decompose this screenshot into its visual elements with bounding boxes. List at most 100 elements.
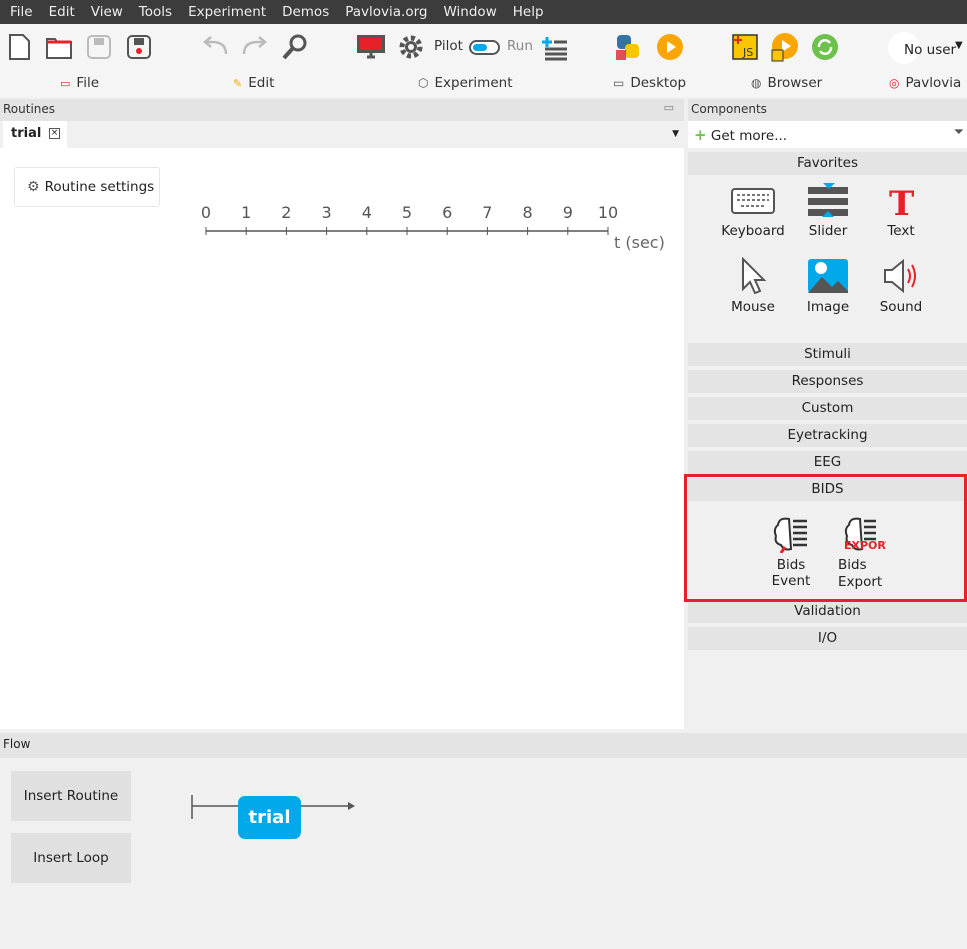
category-eyetracking[interactable]: Eyetracking: [688, 424, 967, 447]
undo-icon[interactable]: [200, 32, 230, 62]
sync-icon[interactable]: [810, 32, 840, 62]
flow-routine-trial[interactable]: trial: [238, 796, 301, 839]
desktop-icon: ▭: [613, 76, 625, 90]
speaker-icon: [884, 258, 916, 294]
timeline-tick-label: 8: [523, 203, 533, 222]
menu-edit[interactable]: Edit: [41, 4, 83, 20]
settings-gear-icon[interactable]: [396, 32, 426, 62]
mouse-cursor-icon: [742, 256, 767, 295]
timeline: 0 1 2 3 4 5 6 7 8 9 10: [201, 203, 618, 235]
file-icon: ▭: [60, 76, 71, 90]
menu-window[interactable]: Window: [436, 4, 505, 20]
switch-pavlovia[interactable]: ◎ Pavlovia: [889, 75, 961, 91]
pilot-run-toggle[interactable]: [469, 40, 500, 55]
category-favorites[interactable]: Favorites: [688, 152, 967, 175]
timeline-tick-label: 4: [362, 203, 372, 222]
components-panel: Components + Get more... ⏷ Favorites Key…: [688, 99, 967, 729]
category-validation[interactable]: Validation: [688, 600, 967, 623]
runner-list-icon[interactable]: [540, 32, 570, 62]
timeline-unit-label: t (sec): [614, 233, 665, 252]
python-icon[interactable]: [613, 32, 643, 62]
switch-browser[interactable]: ◍ Browser: [751, 75, 822, 91]
cube-icon: ⬡: [418, 76, 429, 90]
get-more-row: + Get more... ⏷: [688, 121, 967, 148]
save-icon[interactable]: [84, 32, 114, 62]
switch-file[interactable]: ▭ File: [60, 75, 99, 91]
menu-demos[interactable]: Demos: [274, 4, 337, 20]
redo-icon[interactable]: [240, 32, 270, 62]
timeline-tick-label: 6: [442, 203, 452, 222]
insert-routine-button[interactable]: Insert Routine: [11, 771, 131, 821]
timeline-tick-label: 0: [201, 203, 211, 222]
insert-loop-button[interactable]: Insert Loop: [11, 833, 131, 883]
components-header: Components: [688, 99, 967, 121]
view-switcher: ▭ File ✎ Edit ⬡ Experiment ▭ Desktop ◍ Browse…: [0, 70, 967, 97]
get-more-button[interactable]: + Get more...: [694, 126, 787, 144]
open-folder-icon[interactable]: [44, 32, 74, 62]
timeline-tick-label: 9: [563, 203, 573, 222]
compile-js-icon[interactable]: JS: [730, 32, 760, 62]
menu-help[interactable]: Help: [505, 4, 552, 20]
keyboard-icon: [731, 188, 775, 214]
run-python-icon[interactable]: [655, 32, 685, 62]
routines-header: Routines ▭: [0, 99, 684, 121]
component-text[interactable]: T Text: [866, 183, 936, 239]
save-as-icon[interactable]: [124, 32, 154, 62]
plus-icon: +: [694, 126, 707, 144]
globe-icon: ◍: [751, 76, 762, 90]
image-icon: [808, 259, 848, 293]
routines-panel: Routines ▭ trial × ▼ ⚙ Routine settings …: [0, 99, 684, 729]
menu-pavlovia[interactable]: Pavlovia.org: [337, 4, 435, 20]
bids-highlight-box: [684, 474, 967, 602]
pavlovia-icon: ◎: [889, 76, 900, 90]
flow-panel: Flow Insert Routine Insert Loop trial: [0, 733, 967, 949]
category-io[interactable]: I/O: [688, 627, 967, 650]
timeline-tick-label: 1: [241, 203, 251, 222]
flow-header: Flow: [0, 733, 967, 758]
timeline-tick-label: 7: [482, 203, 492, 222]
favorites-grid: Keyboard Slider T Text Mouse Image Sound: [688, 179, 967, 343]
menu-file[interactable]: File: [2, 4, 41, 20]
tab-trial[interactable]: trial ×: [3, 121, 67, 148]
filter-icon[interactable]: ⏷: [954, 125, 964, 140]
run-label: Run: [507, 38, 533, 54]
switch-desktop[interactable]: ▭ Desktop: [613, 75, 686, 91]
svg-text:T: T: [889, 184, 914, 219]
text-icon: T: [889, 184, 914, 224]
gear-icon: ⚙: [27, 179, 40, 195]
pencil-icon: ✎: [233, 76, 243, 90]
category-responses[interactable]: Responses: [688, 370, 967, 393]
routine-tabs: trial × ▼: [0, 121, 684, 148]
component-image[interactable]: Image: [793, 257, 863, 315]
category-stimuli[interactable]: Stimuli: [688, 343, 967, 366]
search-icon[interactable]: [280, 32, 310, 62]
timeline-tick-label: 3: [322, 203, 332, 222]
category-eeg[interactable]: EEG: [688, 451, 967, 474]
pilot-label: Pilot: [434, 38, 463, 54]
maximize-icon[interactable]: ▭: [664, 101, 674, 114]
new-file-icon[interactable]: [4, 32, 34, 62]
category-custom[interactable]: Custom: [688, 397, 967, 420]
toolbar: Pilot Run JS No user ▼: [0, 24, 967, 70]
component-sound[interactable]: Sound: [866, 257, 936, 315]
component-keyboard[interactable]: Keyboard: [718, 183, 788, 239]
menu-experiment[interactable]: Experiment: [180, 4, 274, 20]
user-menu[interactable]: No user ▼: [888, 32, 967, 64]
tab-dropdown-icon[interactable]: ▼: [672, 129, 679, 139]
close-tab-icon[interactable]: ×: [49, 128, 60, 139]
chevron-down-icon: ▼: [955, 40, 963, 51]
menu-bar: File Edit View Tools Experiment Demos Pa…: [0, 0, 967, 24]
component-mouse[interactable]: Mouse: [718, 256, 788, 315]
timeline-tick-label: 2: [281, 203, 291, 222]
switch-experiment[interactable]: ⬡ Experiment: [418, 75, 513, 91]
component-slider[interactable]: Slider: [793, 183, 863, 239]
svg-text:JS: JS: [742, 46, 753, 59]
run-js-icon[interactable]: [770, 32, 800, 62]
slider-icon: [808, 183, 848, 217]
switch-edit[interactable]: ✎ Edit: [233, 75, 274, 91]
monitor-icon[interactable]: [355, 32, 385, 62]
user-label: No user: [904, 42, 957, 58]
menu-tools[interactable]: Tools: [131, 4, 180, 20]
timeline-tick-label: 5: [402, 203, 412, 222]
menu-view[interactable]: View: [83, 4, 131, 20]
